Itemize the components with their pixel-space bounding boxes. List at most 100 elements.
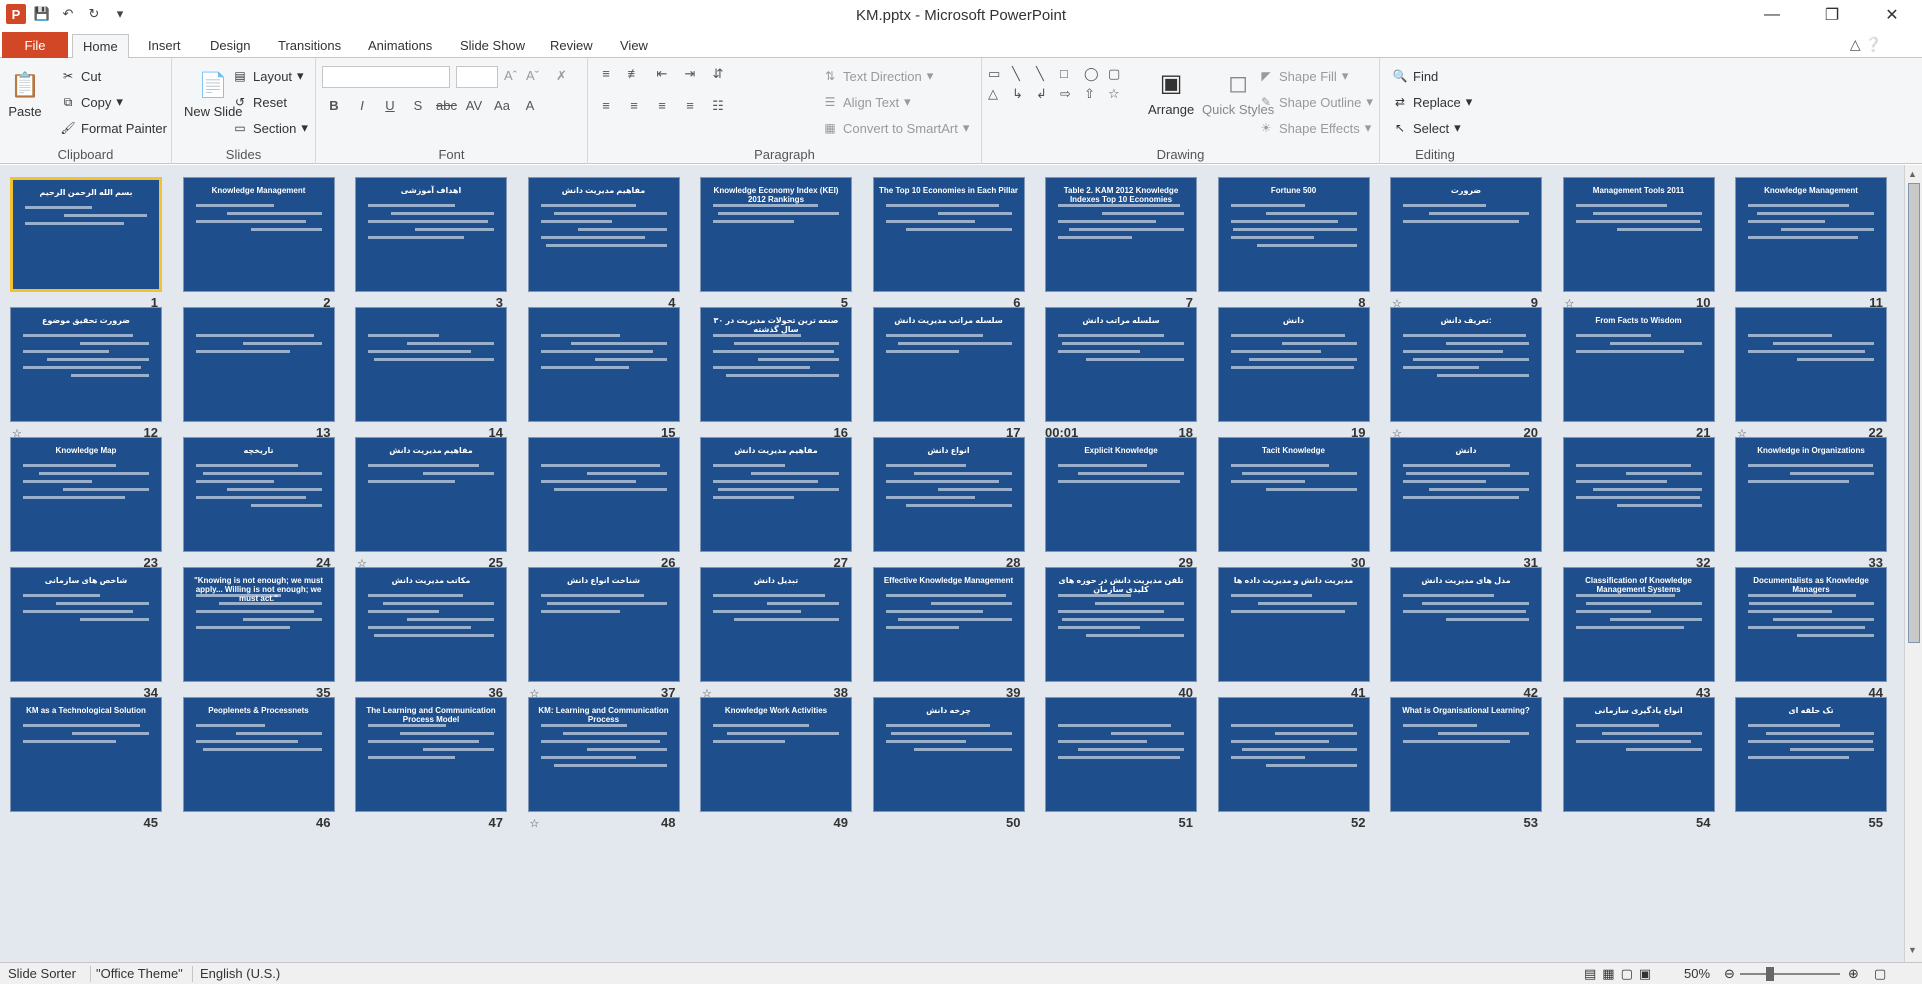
slide-thumbnail[interactable]: تبدیل دانش 38 ☆ bbox=[700, 567, 852, 700]
star-shape-icon[interactable]: ☆ bbox=[1108, 86, 1128, 102]
shape-outline-button[interactable]: ✎ Shape Outline ▾ bbox=[1258, 94, 1373, 110]
zoom-out-icon[interactable]: ⊖ bbox=[1724, 966, 1735, 982]
font-size-combo[interactable] bbox=[456, 66, 498, 88]
tab-slide-show[interactable]: Slide Show bbox=[450, 34, 535, 58]
slide-preview[interactable]: تک حلقه ای bbox=[1735, 697, 1887, 812]
tab-view[interactable]: View bbox=[610, 34, 658, 58]
slide-thumbnail[interactable]: انواع دانش 28 bbox=[872, 437, 1025, 570]
slide-thumbnail[interactable]: مدل های مدیریت دانش 42 bbox=[1390, 567, 1542, 700]
slide-preview[interactable]: بسم الله الرحمن الرحيم bbox=[10, 177, 162, 292]
zoom-in-icon[interactable]: ⊕ bbox=[1848, 966, 1859, 982]
slide-thumbnail[interactable]: ضرورت 9 ☆ bbox=[1390, 177, 1542, 310]
slide-preview[interactable] bbox=[1045, 697, 1197, 812]
paste-button[interactable]: 📋 Paste bbox=[8, 68, 42, 120]
find-button[interactable]: 🔍 Find bbox=[1392, 68, 1439, 84]
slide-preview[interactable]: Explicit Knowledge bbox=[1045, 437, 1197, 552]
slide-preview[interactable]: Knowledge in Organizations bbox=[1735, 437, 1887, 552]
tab-home[interactable]: Home bbox=[72, 34, 129, 59]
slide-preview[interactable] bbox=[527, 307, 680, 422]
text-direction-button[interactable]: ⇅ Text Direction ▾ bbox=[822, 68, 933, 84]
slide-thumbnail[interactable]: The Learning and Communication Process M… bbox=[355, 697, 507, 830]
slide-thumbnail[interactable]: KM: Learning and Communication Process 48… bbox=[527, 697, 680, 830]
align-left-icon[interactable]: ≡ bbox=[596, 98, 616, 114]
decrease-indent-icon[interactable]: ⇤ bbox=[652, 66, 672, 82]
slide-thumbnail[interactable]: Knowledge Work Activities 49 bbox=[700, 697, 852, 830]
cut-button[interactable]: ✂ Cut bbox=[60, 68, 101, 84]
slide-thumbnail[interactable]: دانش 31 bbox=[1390, 437, 1542, 570]
line-shape-icon[interactable]: ╲ bbox=[1012, 66, 1032, 82]
slide-thumbnail[interactable]: Knowledge Management 11 bbox=[1735, 177, 1887, 310]
slide-thumbnail[interactable]: Tacit Knowledge 30 bbox=[1217, 437, 1370, 570]
line-spacing-icon[interactable]: ⇵ bbox=[708, 66, 728, 82]
columns-icon[interactable]: ☷ bbox=[708, 98, 728, 114]
numbering-icon[interactable]: ≢ bbox=[624, 66, 644, 82]
slide-preview[interactable]: اهداف آموزشی bbox=[355, 177, 507, 292]
slide-thumbnail[interactable]: مفاهیم مدیریت دانش 27 bbox=[700, 437, 852, 570]
slide-thumbnail[interactable]: تعریف دانش: 20 ☆ bbox=[1390, 307, 1542, 440]
slide-thumbnail[interactable]: تلفن مدیریت دانش در حوزه های کلیدی سازما… bbox=[1045, 567, 1197, 700]
slide-preview[interactable] bbox=[182, 307, 335, 422]
shadow-icon[interactable]: S bbox=[408, 98, 428, 113]
slide-thumbnail[interactable]: مفاهیم مدیریت دانش 4 bbox=[527, 177, 680, 310]
grow-font-button[interactable]: Aˆ bbox=[504, 68, 517, 83]
slide-thumbnail[interactable]: ضرورت تحقیق موضوع 12 ☆ bbox=[10, 307, 162, 440]
slide-preview[interactable]: مکاتب مدیریت دانش bbox=[355, 567, 507, 682]
rectangle-shape-icon[interactable]: ▭ bbox=[988, 66, 1008, 82]
fit-to-window-icon[interactable]: ▢ bbox=[1874, 966, 1886, 982]
slide-thumbnail[interactable]: Management Tools 2011 10 ☆ bbox=[1562, 177, 1715, 310]
slide-preview[interactable]: شناخت انواع دانش bbox=[527, 567, 680, 682]
slide-thumbnail[interactable]: بسم الله الرحمن الرحيم 1 bbox=[10, 177, 162, 310]
slide-preview[interactable]: مفاهیم مدیریت دانش bbox=[527, 177, 680, 292]
slide-preview[interactable]: مدیریت دانش و مدیریت داده ها bbox=[1217, 567, 1370, 682]
slide-thumbnail[interactable]: Table 2. KAM 2012 Knowledge Indexes Top … bbox=[1045, 177, 1197, 310]
align-text-button[interactable]: ☰ Align Text ▾ bbox=[822, 94, 911, 110]
tab-animations[interactable]: Animations bbox=[358, 34, 442, 58]
slide-thumbnail[interactable]: 51 bbox=[1045, 697, 1197, 830]
slide-thumbnail[interactable]: اهداف آموزشی 3 bbox=[355, 177, 507, 310]
slide-preview[interactable]: Peoplenets & Processnets bbox=[182, 697, 335, 812]
oval-shape-icon[interactable]: ◯ bbox=[1084, 66, 1104, 82]
slide-preview[interactable] bbox=[1217, 697, 1370, 812]
slide-preview[interactable] bbox=[1562, 437, 1715, 552]
arrange-button[interactable]: ▣ Arrange bbox=[1148, 66, 1194, 118]
zoom-slider-knob[interactable] bbox=[1766, 967, 1774, 981]
slide-thumbnail[interactable]: The Top 10 Economies in Each Pillar 6 bbox=[872, 177, 1025, 310]
slide-preview[interactable]: تلفن مدیریت دانش در حوزه های کلیدی سازما… bbox=[1045, 567, 1197, 682]
slide-preview[interactable]: انواع یادگیری سازمانی bbox=[1562, 697, 1715, 812]
slide-thumbnail[interactable]: انواع یادگیری سازمانی 54 bbox=[1562, 697, 1715, 830]
slide-preview[interactable] bbox=[1735, 307, 1887, 422]
tab-review[interactable]: Review bbox=[540, 34, 603, 58]
slide-thumbnail[interactable]: KM as a Technological Solution 45 bbox=[10, 697, 162, 830]
close-icon[interactable]: ✕ bbox=[1862, 0, 1922, 30]
slide-thumbnail[interactable]: Fortune 500 8 bbox=[1217, 177, 1370, 310]
slide-thumbnail[interactable]: صنعه ترین تحولات مدیریت در ۳۰ سال گذشته 1… bbox=[700, 307, 852, 440]
theme-indicator[interactable]: "Office Theme" bbox=[96, 966, 183, 981]
slide-preview[interactable]: شاخص های سازمانی bbox=[10, 567, 162, 682]
shape-effects-button[interactable]: ☀ Shape Effects ▾ bbox=[1258, 120, 1372, 136]
slide-preview[interactable]: From Facts to Wisdom bbox=[1562, 307, 1715, 422]
slide-thumbnail[interactable]: سلسله مراتب دانش 18 00:01 bbox=[1045, 307, 1197, 440]
slide-preview[interactable]: مفاهیم مدیریت دانش bbox=[700, 437, 852, 552]
tab-insert[interactable]: Insert bbox=[138, 34, 191, 58]
slide-thumbnail[interactable]: 22 ☆ bbox=[1735, 307, 1887, 440]
slide-thumbnail[interactable]: Knowledge Management 2 bbox=[182, 177, 335, 310]
slide-preview[interactable]: Classification of Knowledge Management S… bbox=[1562, 567, 1715, 682]
slide-thumbnail[interactable]: 52 bbox=[1217, 697, 1370, 830]
convert-smartart-button[interactable]: ▦ Convert to SmartArt ▾ bbox=[822, 120, 969, 136]
format-painter-button[interactable]: 🖌 Format Painter bbox=[60, 120, 167, 136]
slide-thumbnail[interactable]: شناخت انواع دانش 37 ☆ bbox=[527, 567, 680, 700]
slide-thumbnail[interactable]: Peoplenets & Processnets 46 bbox=[182, 697, 335, 830]
slide-thumbnail[interactable]: Knowledge Economy Index (KEI) 2012 Ranki… bbox=[700, 177, 852, 310]
slide-preview[interactable]: انواع دانش bbox=[872, 437, 1025, 552]
view-buttons[interactable]: ▤▦▢▣ bbox=[1584, 966, 1657, 982]
slide-preview[interactable]: سلسله مراتب مدیریت دانش bbox=[872, 307, 1025, 422]
font-name-combo[interactable] bbox=[322, 66, 450, 88]
strikethrough-icon[interactable]: abc bbox=[436, 98, 457, 113]
slide-thumbnail[interactable]: 13 bbox=[182, 307, 335, 440]
slide-preview[interactable]: KM: Learning and Communication Process bbox=[527, 697, 680, 812]
reset-button[interactable]: ↺ Reset bbox=[232, 94, 287, 110]
slide-thumbnail[interactable]: What is Organisational Learning? 53 bbox=[1390, 697, 1542, 830]
scroll-up-icon[interactable]: ▲ bbox=[1908, 169, 1917, 179]
slide-thumbnail[interactable]: 26 bbox=[527, 437, 680, 570]
bullets-icon[interactable]: ≡ bbox=[596, 66, 616, 82]
